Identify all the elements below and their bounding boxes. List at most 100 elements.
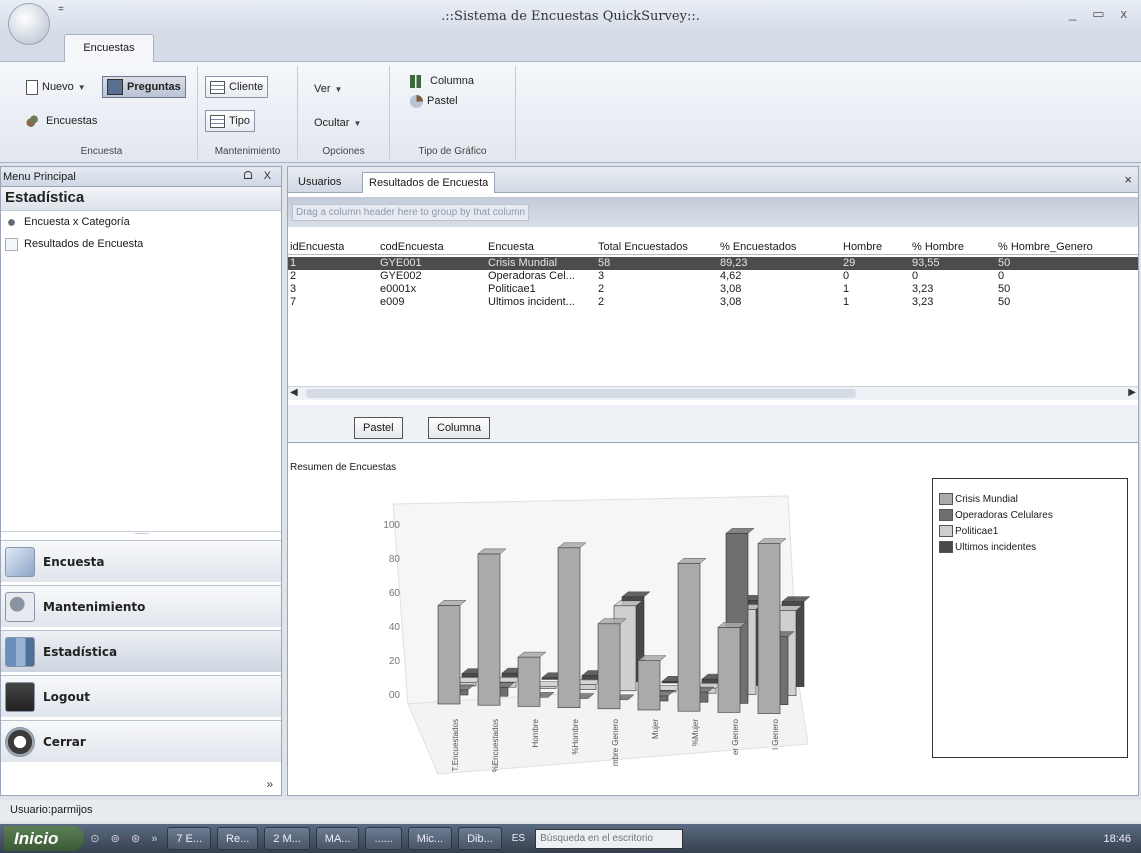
legend-swatch (939, 493, 953, 505)
tab-usuarios[interactable]: Usuarios (292, 172, 347, 193)
chart-legend: Crisis Mundial Operadoras Celulares Politi… (932, 478, 1128, 758)
table-row[interactable]: 3 e0001x Politicae1 2 3,08 1 3,23 50 (288, 283, 1138, 296)
gears-icon (5, 591, 35, 622)
column-header[interactable]: % Hombre_Genero (998, 239, 1093, 255)
language-indicator[interactable]: ES (512, 833, 525, 844)
tab-resultados-encuesta[interactable]: Resultados de Encuesta (362, 172, 496, 193)
client-icon (210, 80, 225, 94)
chart-bar (557, 547, 581, 708)
nav-mantenimiento[interactable]: Mantenimiento (1, 585, 281, 627)
menu-item-encuesta-categoria[interactable]: Encuesta x Categoría (1, 211, 281, 233)
table-cell: Politicae1 (488, 283, 536, 295)
pastel-chart-button[interactable]: Pastel (406, 90, 462, 112)
legend-label: Crisis Mundial (955, 493, 1018, 505)
pin-close-controls[interactable]: ᗝ X (243, 170, 275, 183)
category-icon (5, 215, 18, 229)
maximize-button[interactable]: ▭ (1092, 6, 1104, 22)
grid-header-row[interactable]: idEncuesta codEncuesta Encuesta Total Encue… (288, 239, 1138, 255)
table-cell: 50 (998, 257, 1011, 269)
nav-cerrar[interactable]: Cerrar (1, 720, 281, 762)
y-tick-label: 100 (383, 520, 400, 531)
scroll-left-arrow-icon[interactable]: ◀ (290, 387, 298, 398)
columna-chart-button[interactable]: Columna (406, 70, 478, 92)
tipo-label: Tipo (229, 115, 250, 127)
tipo-button[interactable]: Tipo (205, 110, 255, 132)
ocultar-dropdown[interactable]: Ocultar ▼ (310, 112, 365, 134)
chart-bar (437, 605, 461, 705)
chart-bar (477, 553, 501, 706)
table-cell: 29 (843, 257, 856, 269)
group-label-opciones: Opciones (322, 146, 365, 157)
ribbon-tab-row: Encuestas (0, 34, 1141, 62)
status-user: Usuario:parmijos (10, 804, 93, 816)
column-header[interactable]: idEncuesta (290, 239, 344, 255)
horizontal-scrollbar[interactable]: ◀ ▶ (288, 386, 1138, 400)
nav-logout[interactable]: Logout (1, 675, 281, 717)
new-document-icon (26, 79, 38, 95)
expand-chevron-icon[interactable]: » (266, 777, 273, 791)
nav-encuesta[interactable]: Encuesta (1, 540, 281, 582)
table-cell: 50 (998, 296, 1011, 308)
statistics-icon (5, 636, 35, 667)
column-header[interactable]: Encuesta (488, 239, 534, 255)
table-row[interactable]: 7 e009 Ultimos incident... 2 3,08 1 3,23 50 (288, 296, 1138, 309)
bar-chart: 00 20 40 60 80 100 T.Encuestados %Encuestados Ho… (383, 495, 811, 775)
table-cell: 2 (598, 283, 605, 295)
column-header[interactable]: Total Encuestados (598, 239, 688, 255)
taskbar-button[interactable]: Re... (217, 827, 259, 850)
taskbar-button[interactable]: ...... (365, 827, 402, 850)
panel-splitter[interactable]: ········· (1, 530, 281, 538)
results-icon (5, 237, 18, 251)
desktop-search-input[interactable] (535, 828, 684, 849)
nuevo-button[interactable]: Nuevo ▼ (22, 76, 90, 98)
x-tick-label: l Genero (771, 718, 780, 749)
table-cell: 3,08 (720, 283, 742, 295)
ribbon-tab-encuestas[interactable]: Encuestas (64, 34, 154, 62)
taskbar-button[interactable]: Dib... (458, 827, 502, 850)
quick-launch-icons[interactable]: ⊙ ⊚ ⊛ » (90, 832, 161, 845)
document-area: Usuarios Resultados de Encuesta × Drag a… (287, 166, 1139, 796)
ribbon-group-opciones: Ver ▼ Ocultar ▼ Opciones (298, 66, 390, 159)
legend-label: Politicae1 (955, 525, 999, 537)
scrollbar-thumb[interactable] (306, 389, 856, 398)
column-header[interactable]: % Encuestados (720, 239, 796, 255)
taskbar: Inicio ⊙ ⊚ ⊛ » 7 E... Re... 2 M... MA...… (0, 824, 1141, 853)
type-icon (210, 114, 225, 128)
minimize-button[interactable]: _ (1069, 6, 1076, 22)
taskbar-button[interactable]: Mic... (407, 827, 453, 850)
column-header[interactable]: % Hombre (912, 239, 964, 255)
pie-chart-icon (410, 94, 423, 108)
legend-item: Crisis Mundial (939, 491, 1127, 507)
table-cell: 58 (598, 257, 611, 269)
columna-button[interactable]: Columna (428, 417, 491, 439)
encuestas-button[interactable]: Encuestas (22, 110, 101, 132)
system-clock: 18:46 (1103, 832, 1131, 845)
table-cell: 2 (598, 296, 605, 308)
x-tick-label: Hombre (531, 718, 540, 747)
legend-item: Operadoras Celulares (939, 507, 1127, 523)
legend-swatch (939, 541, 953, 553)
taskbar-button[interactable]: 7 E... (167, 827, 212, 850)
start-button[interactable]: Inicio (4, 826, 85, 851)
close-document-button[interactable]: × (1124, 172, 1132, 187)
application-orb-button[interactable] (8, 3, 50, 45)
pastel-button[interactable]: Pastel (354, 417, 403, 439)
cliente-button[interactable]: Cliente (205, 76, 269, 98)
preguntas-button[interactable]: Preguntas (102, 76, 186, 98)
nav-estadistica[interactable]: Estadística (1, 630, 281, 672)
taskbar-button[interactable]: MA... (315, 827, 360, 850)
ver-dropdown[interactable]: Ver ▼ (310, 78, 346, 100)
scroll-right-arrow-icon[interactable]: ▶ (1128, 387, 1136, 398)
menu-item-resultados-encuesta[interactable]: Resultados de Encuesta (1, 233, 281, 255)
column-header[interactable]: codEncuesta (380, 239, 444, 255)
group-by-panel[interactable]: Drag a column header here to group by th… (288, 197, 1138, 227)
table-row[interactable]: 2 GYE002 Operadoras Cel... 3 4,62 0 0 0 (288, 270, 1138, 283)
start-label: Inicio (14, 828, 59, 848)
taskbar-button[interactable]: 2 M... (264, 827, 310, 850)
x-tick-label: T.Encuestados (451, 719, 460, 771)
column-header[interactable]: Hombre (843, 239, 882, 255)
table-row[interactable]: 1 GYE001 Crisis Mundial 58 89,23 29 93,55 50 (288, 257, 1138, 270)
close-button[interactable]: x (1121, 6, 1128, 22)
results-grid: idEncuesta codEncuesta Encuesta Total Encue… (288, 239, 1138, 309)
table-cell: GYE002 (380, 270, 422, 282)
